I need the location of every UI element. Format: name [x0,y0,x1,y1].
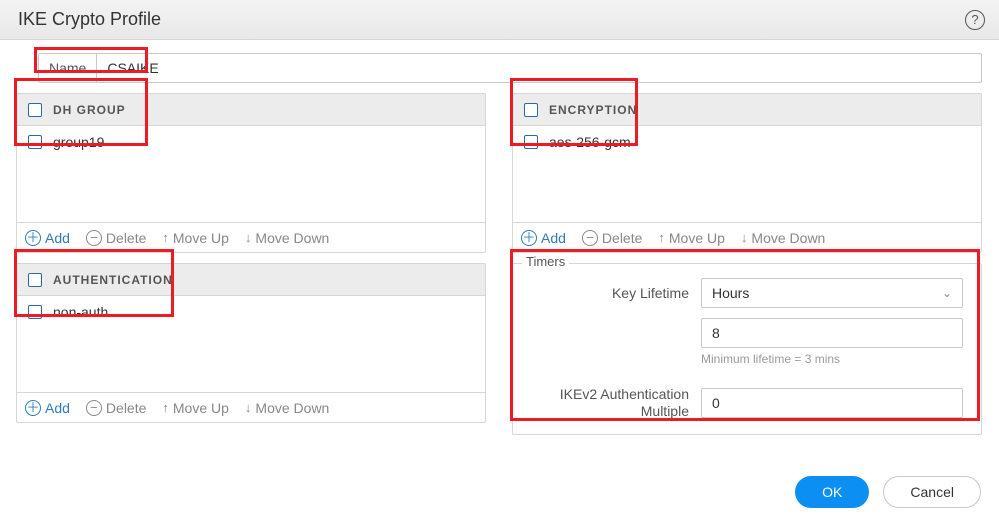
dh-group-header: DH GROUP [17,94,485,126]
minus-icon: − [582,230,598,246]
delete-button[interactable]: −Delete [582,230,642,246]
ikev2-row: IKEv2 Authentication Multiple 0 [531,386,963,420]
help-icon[interactable]: ? [965,10,985,30]
dh-group-item-checkbox[interactable] [28,135,42,149]
list-item[interactable]: non-auth [17,296,485,328]
dh-group-title: DH GROUP [53,103,126,117]
authentication-toolbar: ＋Add −Delete ↑Move Up ↓Move Down [17,392,485,422]
encryption-item-label: aes-256-gcm [549,134,631,150]
timers-panel: Timers Key Lifetime Hours ⌄ [512,263,982,423]
dialog-footer: OK Cancel [795,476,981,508]
cancel-button[interactable]: Cancel [883,476,981,508]
dialog-title: IKE Crypto Profile [18,9,161,30]
key-lifetime-value: 8 [712,325,720,341]
encryption-toolbar: ＋Add −Delete ↑Move Up ↓Move Down [513,222,981,252]
list-item[interactable]: group19 [17,126,485,158]
encryption-header: ENCRYPTION [513,94,981,126]
authentication-rows: non-auth [17,296,485,392]
key-lifetime-row: Key Lifetime Hours ⌄ [531,278,963,308]
encryption-title: ENCRYPTION [549,103,637,117]
name-label: Name [39,54,97,82]
timers-legend: Timers [522,254,569,269]
arrow-down-icon: ↓ [245,230,252,245]
encryption-rows: aes-256-gcm [513,126,981,222]
authentication-panel: AUTHENTICATION non-auth ＋Add −Delete ↑Mo… [16,263,486,423]
authentication-header-checkbox[interactable] [28,273,42,287]
plus-icon: ＋ [25,230,41,246]
dh-group-panel: DH GROUP group19 ＋Add −Delete ↑Move Up ↓… [16,93,486,253]
minus-icon: − [86,400,102,416]
dh-group-rows: group19 [17,126,485,222]
key-lifetime-hint: Minimum lifetime = 3 mins [701,352,963,366]
ike-crypto-profile-dialog: IKE Crypto Profile ? Name CSAIKE DH GROU… [0,0,999,522]
ikev2-label: IKEv2 Authentication Multiple [531,386,701,420]
ikev2-value: 0 [712,395,720,411]
dh-group-toolbar: ＋Add −Delete ↑Move Up ↓Move Down [17,222,485,252]
authentication-item-checkbox[interactable] [28,305,42,319]
authentication-item-label: non-auth [53,304,108,320]
encryption-header-checkbox[interactable] [524,103,538,117]
arrow-up-icon: ↑ [658,230,665,245]
delete-button[interactable]: −Delete [86,400,146,416]
move-down-button[interactable]: ↓Move Down [245,400,329,416]
add-button[interactable]: ＋Add [25,400,70,416]
plus-icon: ＋ [521,230,537,246]
plus-icon: ＋ [25,400,41,416]
ikev2-value-input[interactable]: 0 [701,388,963,418]
encryption-item-checkbox[interactable] [524,135,538,149]
arrow-down-icon: ↓ [741,230,748,245]
dialog-header: IKE Crypto Profile ? [0,0,999,40]
move-up-button[interactable]: ↑Move Up [162,400,229,416]
chevron-down-icon: ⌄ [942,286,952,300]
name-field[interactable]: Name CSAIKE [38,53,982,83]
add-button[interactable]: ＋Add [521,230,566,246]
ok-button[interactable]: OK [795,476,869,508]
arrow-up-icon: ↑ [162,400,169,415]
dialog-body: Name CSAIKE DH GROUP group19 ＋Add − [0,40,999,423]
key-lifetime-label: Key Lifetime [531,285,701,302]
encryption-panel: ENCRYPTION aes-256-gcm ＋Add −Delete ↑Mov… [512,93,982,253]
move-down-button[interactable]: ↓Move Down [245,230,329,246]
authentication-title: AUTHENTICATION [53,273,173,287]
move-up-button[interactable]: ↑Move Up [162,230,229,246]
delete-button[interactable]: −Delete [86,230,146,246]
key-lifetime-unit-select[interactable]: Hours ⌄ [701,278,963,308]
key-lifetime-value-row: 8 Minimum lifetime = 3 mins [531,318,963,376]
move-up-button[interactable]: ↑Move Up [658,230,725,246]
panels-grid: DH GROUP group19 ＋Add −Delete ↑Move Up ↓… [16,93,982,423]
key-lifetime-unit-value: Hours [712,285,749,301]
arrow-down-icon: ↓ [245,400,252,415]
list-item[interactable]: aes-256-gcm [513,126,981,158]
name-value: CSAIKE [97,60,981,76]
authentication-header: AUTHENTICATION [17,264,485,296]
key-lifetime-value-input[interactable]: 8 [701,318,963,348]
dh-group-header-checkbox[interactable] [28,103,42,117]
arrow-up-icon: ↑ [162,230,169,245]
move-down-button[interactable]: ↓Move Down [741,230,825,246]
minus-icon: − [86,230,102,246]
add-button[interactable]: ＋Add [25,230,70,246]
dh-group-item-label: group19 [53,134,104,150]
